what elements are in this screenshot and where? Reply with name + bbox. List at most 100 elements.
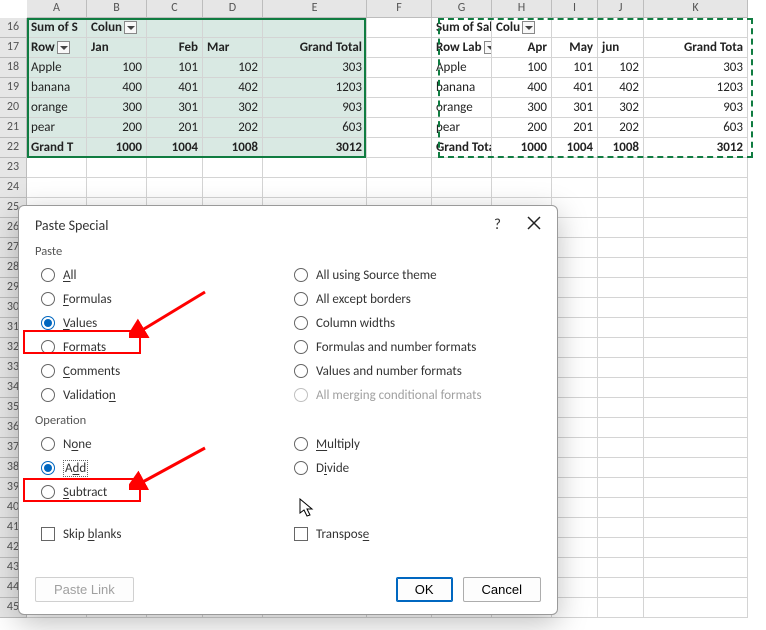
cell-bg[interactable] — [367, 98, 432, 118]
cell-K17[interactable]: Grand Tota — [644, 38, 748, 58]
cell-bg[interactable] — [203, 158, 263, 178]
cell-A21[interactable]: pear — [27, 118, 87, 138]
cell-J21[interactable]: 202 — [598, 118, 644, 138]
cell-C19[interactable]: 401 — [147, 78, 203, 98]
cell-bg[interactable] — [598, 438, 644, 458]
cell-A22[interactable]: Grand T — [27, 138, 87, 158]
row-header-21[interactable]: 21 — [0, 118, 27, 138]
cell-G18[interactable]: Apple — [432, 58, 492, 78]
cell-C22[interactable]: 1004 — [147, 138, 203, 158]
cell-I18[interactable]: 101 — [552, 58, 598, 78]
row-header-23[interactable]: 23 — [0, 158, 27, 178]
radio-values-numfmt[interactable]: Values and number formats — [288, 359, 541, 383]
cell-bg[interactable] — [598, 18, 644, 38]
cell-D22[interactable]: 1008 — [203, 138, 263, 158]
help-icon[interactable]: ? — [494, 216, 501, 234]
cell-D21[interactable]: 202 — [203, 118, 263, 138]
cell-E21[interactable]: 603 — [263, 118, 367, 138]
cell-A19[interactable]: banana — [27, 78, 87, 98]
pivot-dropdown-icon[interactable] — [124, 21, 137, 34]
cell-bg[interactable] — [644, 418, 748, 438]
cell-H17[interactable]: Apr — [492, 38, 552, 58]
cell-H21[interactable]: 200 — [492, 118, 552, 138]
radio-source-theme[interactable]: All using Source theme — [288, 263, 541, 287]
cell-E22[interactable]: 3012 — [263, 138, 367, 158]
cell-bg[interactable] — [598, 378, 644, 398]
cell-I19[interactable]: 401 — [552, 78, 598, 98]
check-transpose[interactable]: Transpose — [288, 522, 541, 546]
cell-bg[interactable] — [367, 38, 432, 58]
cell-bg[interactable] — [598, 398, 644, 418]
cell-bg[interactable] — [492, 158, 552, 178]
cell-bg[interactable] — [27, 178, 87, 198]
col-header-D[interactable]: D — [203, 0, 263, 18]
cell-K21[interactable]: 603 — [644, 118, 748, 138]
cell-bg[interactable] — [367, 138, 432, 158]
cell-bg[interactable] — [598, 418, 644, 438]
cell-bg[interactable] — [87, 178, 147, 198]
radio-multiply[interactable]: Multiply — [288, 432, 541, 456]
cell-bg[interactable] — [367, 78, 432, 98]
cell-H20[interactable]: 300 — [492, 98, 552, 118]
cell-bg[interactable] — [552, 458, 598, 478]
cell-B21[interactable]: 200 — [87, 118, 147, 138]
cell-bg[interactable] — [552, 418, 598, 438]
cell-bg[interactable] — [552, 558, 598, 578]
cell-bg[interactable] — [644, 278, 748, 298]
cell-bg[interactable] — [598, 558, 644, 578]
cell-bg[interactable] — [644, 438, 748, 458]
cell-bg[interactable] — [644, 518, 748, 538]
col-header-B[interactable]: B — [87, 0, 147, 18]
cell-bg[interactable] — [552, 598, 598, 618]
cell-bg[interactable] — [492, 178, 552, 198]
cell-bg[interactable] — [367, 118, 432, 138]
cell-G19[interactable]: banana — [432, 78, 492, 98]
cell-K19[interactable]: 1203 — [644, 78, 748, 98]
cell-bg[interactable] — [598, 458, 644, 478]
cell-I22[interactable]: 1004 — [552, 138, 598, 158]
cell-A16[interactable]: Sum of S — [27, 18, 87, 38]
cell-bg[interactable] — [552, 238, 598, 258]
cell-bg[interactable] — [598, 218, 644, 238]
cell-bg[interactable] — [644, 478, 748, 498]
cell-E16[interactable] — [263, 18, 367, 38]
cell-bg[interactable] — [644, 178, 748, 198]
close-icon[interactable] — [527, 216, 541, 234]
cell-C16[interactable] — [147, 18, 203, 38]
cell-A18[interactable]: Apple — [27, 58, 87, 78]
cell-A17[interactable]: Row — [27, 38, 87, 58]
cell-D20[interactable]: 302 — [203, 98, 263, 118]
cell-bg[interactable] — [598, 498, 644, 518]
cell-J17[interactable]: jun — [598, 38, 644, 58]
col-header-I[interactable]: I — [552, 0, 598, 18]
cell-bg[interactable] — [552, 518, 598, 538]
ok-button[interactable]: OK — [396, 577, 453, 602]
radio-values[interactable]: Values — [35, 311, 288, 335]
cell-bg[interactable] — [87, 158, 147, 178]
radio-formats[interactable]: Formats — [35, 335, 288, 359]
row-header-22[interactable]: 22 — [0, 138, 27, 158]
cell-B16[interactable]: Colun — [87, 18, 147, 38]
radio-formulas-numfmt[interactable]: Formulas and number formats — [288, 335, 541, 359]
col-header-K[interactable]: K — [644, 0, 748, 18]
cell-bg[interactable] — [644, 198, 748, 218]
col-header-G[interactable]: G — [432, 0, 492, 18]
cell-bg[interactable] — [644, 338, 748, 358]
cell-bg[interactable] — [552, 358, 598, 378]
cell-bg[interactable] — [598, 198, 644, 218]
cell-bg[interactable] — [147, 178, 203, 198]
cell-bg[interactable] — [552, 218, 598, 238]
cell-bg[interactable] — [552, 18, 598, 38]
cell-bg[interactable] — [552, 438, 598, 458]
cell-bg[interactable] — [367, 18, 432, 38]
cell-bg[interactable] — [598, 598, 644, 618]
cell-bg[interactable] — [367, 58, 432, 78]
cell-bg[interactable] — [552, 398, 598, 418]
cell-bg[interactable] — [644, 538, 748, 558]
cell-H19[interactable]: 400 — [492, 78, 552, 98]
cell-H18[interactable]: 100 — [492, 58, 552, 78]
cell-bg[interactable] — [598, 258, 644, 278]
pivot-dropdown-icon[interactable] — [484, 41, 492, 54]
cell-bg[interactable] — [598, 478, 644, 498]
cell-K18[interactable]: 303 — [644, 58, 748, 78]
